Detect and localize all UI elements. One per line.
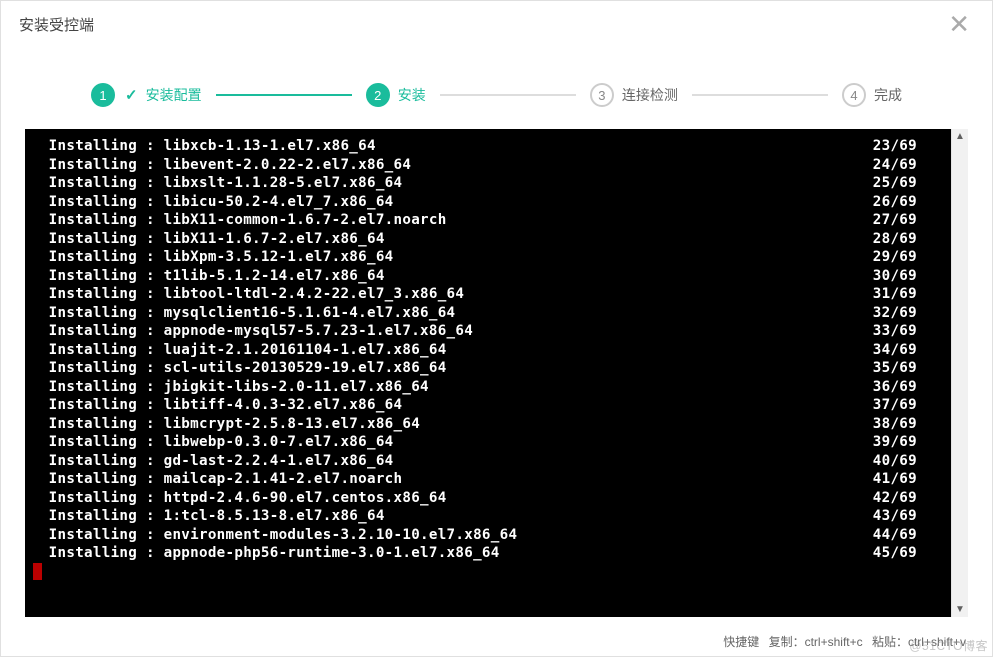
install-dialog: 安装受控端 ✕ 1 ✓ 安装配置 2 安装 3 连接检测 4 完成 Instal… <box>0 0 993 657</box>
watermark: @51CTO博客 <box>909 637 988 654</box>
step-connector <box>440 94 576 96</box>
step-1-circle: 1 <box>91 83 115 107</box>
terminal-container: Installing : libxcb-1.13-1.el7.x86_6423/… <box>1 129 992 627</box>
step-3-circle: 3 <box>590 83 614 107</box>
step-2-label: 安装 <box>398 85 426 105</box>
terminal-line: Installing : libXpm-3.5.12-1.el7.x86_642… <box>31 248 945 267</box>
check-icon: ✓ <box>125 86 138 104</box>
terminal-line: Installing : libX11-1.6.7-2.el7.x86_6428… <box>31 230 945 249</box>
step-1: 1 ✓ 安装配置 <box>91 83 202 107</box>
terminal-cursor <box>33 563 42 580</box>
terminal-line: Installing : gd-last-2.2.4-1.el7.x86_644… <box>31 452 945 471</box>
step-3: 3 连接检测 <box>590 83 678 107</box>
terminal-line: Installing : libevent-2.0.22-2.el7.x86_6… <box>31 156 945 175</box>
step-4: 4 完成 <box>842 83 902 107</box>
terminal-line: Installing : libX11-common-1.6.7-2.el7.n… <box>31 211 945 230</box>
step-connector <box>216 94 352 96</box>
terminal-line: Installing : libxcb-1.13-1.el7.x86_6423/… <box>31 137 945 156</box>
step-1-label: 安装配置 <box>146 85 202 105</box>
step-2: 2 安装 <box>366 83 426 107</box>
terminal-line: Installing : appnode-php56-runtime-3.0-1… <box>31 544 945 563</box>
shortcut-label: 快捷键 <box>723 635 759 649</box>
scroll-up-icon[interactable]: ▲ <box>955 131 965 142</box>
step-4-circle: 4 <box>842 83 866 107</box>
terminal-scrollbar[interactable]: ▲ ▼ <box>951 129 968 617</box>
terminal-line: Installing : libtool-ltdl-2.4.2-22.el7_3… <box>31 285 945 304</box>
terminal-cursor-line <box>31 563 945 582</box>
terminal-line: Installing : mailcap-2.1.41-2.el7.noarch… <box>31 470 945 489</box>
terminal-line: Installing : libicu-50.2-4.el7_7.x86_642… <box>31 193 945 212</box>
step-3-label: 连接检测 <box>622 85 678 105</box>
terminal-line: Installing : jbigkit-libs-2.0-11.el7.x86… <box>31 378 945 397</box>
terminal-line: Installing : libmcrypt-2.5.8-13.el7.x86_… <box>31 415 945 434</box>
close-icon[interactable]: ✕ <box>944 7 974 41</box>
terminal-line: Installing : mysqlclient16-5.1.61-4.el7.… <box>31 304 945 323</box>
terminal-line: Installing : scl-utils-20130529-19.el7.x… <box>31 359 945 378</box>
terminal-line: Installing : libwebp-0.3.0-7.el7.x86_643… <box>31 433 945 452</box>
step-indicator: 1 ✓ 安装配置 2 安装 3 连接检测 4 完成 <box>1 47 992 129</box>
terminal-line: Installing : libxslt-1.1.28-5.el7.x86_64… <box>31 174 945 193</box>
terminal-line: Installing : httpd-2.4.6-90.el7.centos.x… <box>31 489 945 508</box>
dialog-header: 安装受控端 ✕ <box>1 1 992 47</box>
terminal-output[interactable]: Installing : libxcb-1.13-1.el7.x86_6423/… <box>25 129 951 617</box>
terminal-line: Installing : appnode-mysql57-5.7.23-1.el… <box>31 322 945 341</box>
terminal-line: Installing : environment-modules-3.2.10-… <box>31 526 945 545</box>
step-connector <box>692 94 828 96</box>
terminal-line: Installing : libtiff-4.0.3-32.el7.x86_64… <box>31 396 945 415</box>
copy-shortcut: 复制：ctrl+shift+c <box>769 635 863 649</box>
terminal-line: Installing : 1:tcl-8.5.13-8.el7.x86_6443… <box>31 507 945 526</box>
shortcut-hint: 快捷键 复制：ctrl+shift+c 粘贴：ctrl+shift+v <box>1 627 992 656</box>
terminal-line: Installing : luajit-2.1.20161104-1.el7.x… <box>31 341 945 360</box>
scrollbar-track[interactable] <box>952 142 968 604</box>
step-2-circle: 2 <box>366 83 390 107</box>
dialog-title: 安装受控端 <box>19 14 94 35</box>
terminal-line: Installing : t1lib-5.1.2-14.el7.x86_6430… <box>31 267 945 286</box>
scroll-down-icon[interactable]: ▼ <box>955 604 965 615</box>
step-4-label: 完成 <box>874 85 902 105</box>
